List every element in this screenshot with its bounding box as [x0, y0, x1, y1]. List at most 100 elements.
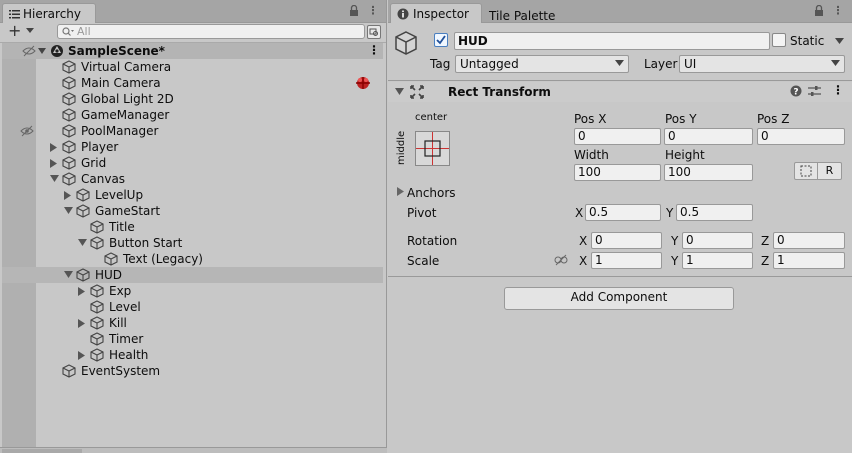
- scene-search-options-icon[interactable]: [367, 25, 381, 39]
- hierarchy-item[interactable]: Health: [2, 347, 383, 363]
- hierarchy-item[interactable]: PoolManager: [2, 123, 383, 139]
- hierarchy-item[interactable]: Exp: [2, 283, 383, 299]
- chevron-down-icon[interactable]: [37, 47, 47, 55]
- scale-y-field[interactable]: 1: [682, 252, 753, 269]
- hierarchy-item[interactable]: Button Start: [2, 235, 383, 251]
- tag-dropdown[interactable]: Untagged: [455, 55, 629, 73]
- layer-value: UI: [684, 57, 697, 71]
- hierarchy-item[interactable]: Text (Legacy): [2, 251, 383, 267]
- chevron-right-icon[interactable]: [78, 287, 85, 296]
- object-name-field[interactable]: HUD: [454, 32, 770, 50]
- raw-edit-button[interactable]: R: [818, 162, 842, 180]
- pivot-y-field[interactable]: 0.5: [676, 204, 753, 221]
- rotation-y-label: Y: [671, 234, 679, 248]
- add-object-button[interactable]: +: [8, 21, 38, 40]
- hierarchy-item-label: LevelUp: [95, 188, 144, 202]
- rotation-x-field[interactable]: 0: [591, 232, 662, 249]
- width-field[interactable]: 100: [574, 164, 661, 181]
- hierarchy-item-label: Text (Legacy): [123, 252, 203, 266]
- lock-icon[interactable]: [814, 5, 826, 17]
- rect-transform-icon: [410, 85, 424, 99]
- pos-y-field[interactable]: 0: [664, 128, 753, 145]
- chevron-right-icon[interactable]: [397, 187, 404, 196]
- link-broken-icon[interactable]: [554, 254, 568, 266]
- height-field[interactable]: 100: [664, 164, 753, 181]
- chevron-right-icon[interactable]: [50, 143, 57, 152]
- hierarchy-item[interactable]: HUD: [2, 267, 383, 283]
- help-icon[interactable]: ?: [790, 85, 802, 97]
- pos-x-field[interactable]: 0: [574, 128, 661, 145]
- hierarchy-item[interactable]: LevelUp: [2, 187, 383, 203]
- rotation-z-field[interactable]: 0: [773, 232, 845, 249]
- chevron-down-icon[interactable]: [64, 271, 73, 279]
- tab-tile-palette[interactable]: Tile Palette: [482, 3, 576, 23]
- static-checkbox[interactable]: [772, 33, 786, 47]
- hierarchy-item[interactable]: Grid: [2, 155, 383, 171]
- gameobject-cube-icon: [90, 348, 104, 362]
- hierarchy-search-input[interactable]: All: [57, 24, 365, 39]
- layer-dropdown[interactable]: UI: [679, 55, 845, 73]
- lock-icon[interactable]: [349, 5, 361, 17]
- hierarchy-item[interactable]: GameStart: [2, 203, 383, 219]
- hierarchy-item[interactable]: Kill: [2, 315, 383, 331]
- chevron-down-icon[interactable]: [78, 239, 87, 247]
- gameobject-cube-icon: [76, 268, 90, 282]
- chevron-down-icon[interactable]: [835, 38, 844, 45]
- tag-value: Untagged: [460, 57, 519, 71]
- hierarchy-item[interactable]: Player: [2, 139, 383, 155]
- scene-row[interactable]: SampleScene* ⋮: [2, 43, 383, 59]
- chevron-right-icon[interactable]: [78, 319, 85, 328]
- chevron-down-icon: [831, 60, 840, 68]
- hierarchy-item[interactable]: Title: [2, 219, 383, 235]
- pos-x-label: Pos X: [574, 112, 607, 126]
- hierarchy-item[interactable]: Main Camera: [2, 75, 383, 91]
- chevron-down-icon[interactable]: [64, 207, 73, 215]
- add-component-button[interactable]: Add Component: [504, 287, 734, 310]
- chevron-right-icon[interactable]: [78, 351, 85, 360]
- hierarchy-item-label: HUD: [95, 268, 123, 282]
- scale-x-field[interactable]: 1: [591, 252, 662, 269]
- hierarchy-item-label: GameStart: [95, 204, 161, 218]
- kebab-menu-icon[interactable]: ⋮: [832, 83, 844, 97]
- kebab-menu-icon[interactable]: ⋮: [832, 5, 844, 17]
- pivot-x-field[interactable]: 0.5: [585, 204, 661, 221]
- hierarchy-item[interactable]: Canvas: [2, 171, 383, 187]
- scene-name: SampleScene*: [68, 44, 165, 58]
- hierarchy-item[interactable]: Timer: [2, 331, 383, 347]
- pos-z-field[interactable]: 0: [757, 128, 845, 145]
- pos-y-label: Pos Y: [665, 112, 697, 126]
- chevron-right-icon[interactable]: [50, 159, 57, 168]
- horizontal-scrollbar[interactable]: [2, 449, 82, 453]
- preset-sliders-icon[interactable]: [808, 85, 821, 97]
- chevron-down-icon[interactable]: [50, 175, 59, 183]
- hierarchy-item[interactable]: Virtual Camera: [2, 59, 383, 75]
- hidden-eye-icon[interactable]: [20, 125, 34, 137]
- rotation-y-field[interactable]: 0: [682, 232, 753, 249]
- hierarchy-item-label: Timer: [109, 332, 144, 346]
- blueprint-mode-button[interactable]: [794, 162, 818, 180]
- anchor-presets-button[interactable]: [415, 131, 450, 166]
- active-checkbox[interactable]: [434, 33, 448, 47]
- hierarchy-item-label: Virtual Camera: [81, 60, 172, 74]
- gameobject-cube-icon: [394, 30, 418, 56]
- kebab-menu-icon[interactable]: ⋮: [367, 5, 379, 17]
- anchors-label[interactable]: Anchors: [407, 185, 456, 201]
- chevron-down-icon[interactable]: [395, 88, 404, 96]
- gameobject-cube-icon: [76, 188, 90, 202]
- layer-label: Layer: [644, 57, 678, 71]
- hierarchy-item[interactable]: Global Light 2D: [2, 91, 383, 107]
- gameobject-cube-icon: [104, 252, 118, 266]
- tab-hierarchy[interactable]: Hierarchy: [2, 3, 96, 23]
- kebab-menu-icon[interactable]: ⋮: [368, 43, 380, 57]
- visibility-icon[interactable]: [22, 45, 36, 57]
- hierarchy-item[interactable]: EventSystem: [2, 363, 383, 379]
- gameobject-cube-icon: [90, 220, 104, 234]
- tab-inspector[interactable]: Inspector: [390, 3, 482, 23]
- scale-z-field[interactable]: 1: [773, 252, 845, 269]
- hierarchy-item-label: Player: [81, 140, 119, 154]
- hierarchy-item[interactable]: GameManager: [2, 107, 383, 123]
- rect-transform-header[interactable]: Rect Transform ? ⋮: [388, 82, 852, 102]
- chevron-right-icon[interactable]: [64, 191, 71, 200]
- gameobject-cube-icon: [90, 332, 104, 346]
- hierarchy-item[interactable]: Level: [2, 299, 383, 315]
